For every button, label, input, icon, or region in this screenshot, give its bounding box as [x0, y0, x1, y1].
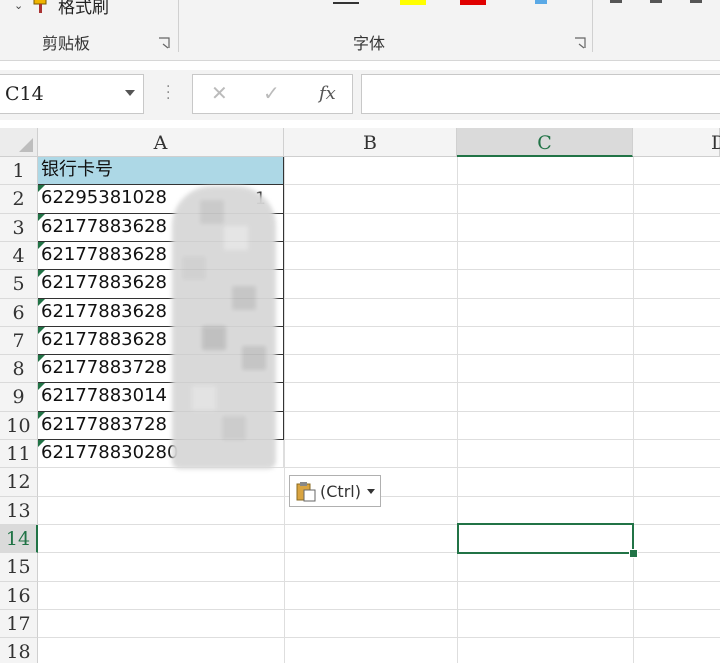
format-painter-button[interactable]: ⌄ 格式刷	[14, 0, 109, 18]
font-group-label: 字体	[353, 34, 386, 53]
select-all-button[interactable]	[0, 128, 38, 157]
row-header-14[interactable]: 14	[0, 525, 38, 553]
error-indicator-icon	[38, 270, 45, 277]
column-header-a[interactable]: A	[38, 128, 284, 157]
formula-buttons: ✕ ✓ fx	[192, 74, 353, 114]
row-header-18[interactable]: 18	[0, 638, 38, 663]
error-indicator-icon	[38, 185, 45, 192]
row-header-6[interactable]: 6	[0, 299, 38, 327]
font-color-icon[interactable]	[460, 0, 486, 5]
row-header-17[interactable]: 17	[0, 610, 38, 638]
cell-text: 62177883014	[41, 385, 167, 406]
dialog-launcher-icon[interactable]	[158, 37, 170, 49]
ribbon-separator	[592, 0, 593, 52]
row-header-4[interactable]: 4	[0, 242, 38, 270]
name-box[interactable]: C14	[0, 74, 144, 114]
row-header-12[interactable]: 12	[0, 468, 38, 497]
grid-line	[38, 637, 720, 638]
row-header-10[interactable]: 10	[0, 412, 38, 440]
row-header-16[interactable]: 16	[0, 582, 38, 610]
cell-text: 62177883628	[41, 272, 167, 293]
error-indicator-icon	[38, 383, 45, 390]
phonetic-icon[interactable]	[535, 0, 547, 4]
error-indicator-icon	[38, 214, 45, 221]
row-header-8[interactable]: 8	[0, 355, 38, 383]
cell-text: 62177883628	[41, 329, 167, 350]
grid-line	[633, 157, 634, 663]
cell-text: 银行卡号	[41, 159, 113, 180]
chevron-down-icon[interactable]: ⌄	[14, 0, 26, 12]
error-indicator-icon	[38, 440, 45, 447]
chevron-down-icon[interactable]	[125, 90, 135, 96]
row-header-3[interactable]: 3	[0, 214, 38, 242]
paste-options-button[interactable]: (Ctrl)	[289, 475, 381, 507]
row-header-2[interactable]: 2	[0, 185, 38, 214]
enter-icon[interactable]: ✓	[263, 81, 280, 107]
underline-icon[interactable]	[333, 2, 359, 4]
grid-line	[38, 609, 720, 610]
clipboard-group-label: 剪贴板	[42, 34, 91, 53]
error-indicator-icon	[38, 412, 45, 419]
error-indicator-icon	[38, 355, 45, 362]
highlight-color-icon[interactable]	[400, 0, 426, 5]
cell-a1-header[interactable]: 银行卡号	[38, 157, 284, 185]
cell-text: 62177883728	[41, 357, 167, 378]
paste-options-label: (Ctrl)	[320, 481, 361, 501]
clipboard-icon	[295, 480, 317, 502]
chevron-down-icon[interactable]	[366, 488, 375, 494]
grid-line	[457, 157, 458, 663]
error-indicator-icon	[38, 242, 45, 249]
cell-text: 621778830280	[41, 442, 179, 463]
error-indicator-icon	[38, 299, 45, 306]
column-header-d-label: D	[711, 132, 720, 154]
worksheet-grid[interactable]: A B C D 1 2 3 4 5 6 7 8 9 10 11 12 13 14 15 16 17 18 银行卡号…	[0, 128, 720, 663]
format-painter-icon	[32, 0, 52, 14]
dialog-launcher-icon[interactable]	[574, 37, 586, 49]
column-header-d[interactable]: D	[633, 128, 720, 157]
align-icon[interactable]	[690, 0, 702, 3]
row-header-1[interactable]: 1	[0, 157, 38, 185]
grid-line	[38, 581, 720, 582]
fill-handle[interactable]	[629, 549, 638, 558]
align-icon[interactable]	[610, 0, 622, 3]
align-icon[interactable]	[650, 0, 662, 3]
row-header-13[interactable]: 13	[0, 497, 38, 525]
formula-bar: C14 · · · ✕ ✓ fx	[0, 70, 720, 120]
cell-text: 62177883728	[41, 414, 167, 435]
cell-text: 62177883628	[41, 301, 167, 322]
cell-text: 62295381028	[41, 187, 167, 208]
privacy-blur	[172, 186, 276, 469]
format-painter-label: 格式刷	[58, 0, 109, 18]
column-header-b[interactable]: B	[284, 128, 457, 157]
column-header-c[interactable]: C	[457, 128, 633, 157]
cell-text: 62177883628	[41, 244, 167, 265]
row-header-11[interactable]: 11	[0, 440, 38, 468]
ribbon-separator	[178, 0, 179, 52]
name-box-value: C14	[5, 83, 44, 105]
cancel-icon[interactable]: ✕	[211, 81, 228, 107]
selected-cell[interactable]	[457, 523, 634, 554]
insert-function-icon[interactable]: fx	[319, 83, 336, 109]
grid-line	[284, 157, 285, 663]
row-header-7[interactable]: 7	[0, 327, 38, 355]
error-indicator-icon	[38, 327, 45, 334]
row-header-5[interactable]: 5	[0, 270, 38, 299]
ribbon: ⌄ 格式刷 剪贴板 字体	[0, 0, 720, 61]
formula-input[interactable]	[361, 74, 720, 114]
row-header-9[interactable]: 9	[0, 383, 38, 412]
more-icon[interactable]: · · ·	[166, 80, 170, 106]
cell-text: 62177883628	[41, 216, 167, 237]
row-header-15[interactable]: 15	[0, 553, 38, 582]
